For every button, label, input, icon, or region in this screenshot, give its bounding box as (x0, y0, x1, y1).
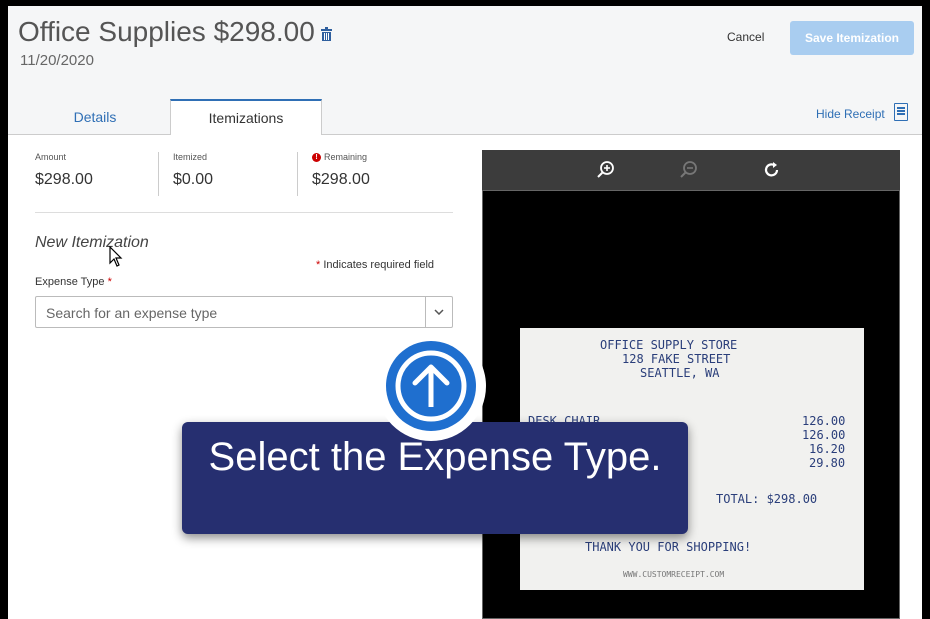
amount-label: Amount (35, 152, 67, 162)
cancel-button[interactable]: Cancel (727, 30, 764, 44)
receipt-city: SEATTLE, WA (640, 366, 720, 380)
receipt-website: WWW.CUSTOMRECEIPT.COM (623, 570, 725, 579)
receipt-store-name: OFFICE SUPPLY STORE (600, 338, 738, 352)
required-field-note: * Indicates required field (316, 259, 435, 271)
tutorial-instruction: Select the Expense Type. (208, 435, 662, 479)
receipt-amount: 126.00 (802, 414, 846, 428)
remaining-summary: ! Remaining $298.00 (312, 152, 370, 189)
amount-summary: Amount $298.00 (35, 152, 93, 189)
tutorial-arrow-badge (376, 331, 486, 441)
receipt-total: TOTAL: $298.00 (716, 492, 818, 506)
tab-details[interactable]: Details (20, 100, 170, 134)
rotate-icon[interactable] (762, 160, 782, 185)
expense-itemization-window: Office Supplies $298.00 11/20/2020 Cance… (8, 6, 922, 619)
receipt-amount: 126.00 (802, 428, 846, 442)
receipt-amount: 16.20 (809, 442, 846, 456)
chevron-down-icon[interactable] (425, 297, 452, 327)
summary-divider (158, 152, 159, 196)
tab-itemizations[interactable]: Itemizations (170, 99, 322, 135)
amount-value: $298.00 (35, 171, 93, 188)
alert-icon: ! (312, 153, 321, 163)
itemized-value: $0.00 (173, 171, 214, 188)
expense-type-label: Expense Type * (35, 276, 112, 288)
zoom-out-icon[interactable] (679, 160, 699, 185)
itemized-summary: Itemized $0.00 (173, 152, 213, 189)
expense-date: 11/20/2020 (20, 52, 94, 69)
remaining-label: Remaining (324, 152, 368, 162)
remaining-value: $298.00 (312, 171, 370, 189)
expense-title: Office Supplies $298.00 (18, 16, 315, 47)
new-itemization-heading: New Itemization (35, 234, 149, 251)
summary-divider (297, 152, 298, 196)
page-title: Office Supplies $298.00 (18, 16, 332, 48)
mouse-pointer-icon (109, 245, 123, 273)
hide-receipt-link[interactable]: Hide Receipt (816, 107, 885, 121)
receipt-address: 128 FAKE STREET (622, 352, 731, 366)
tab-bar: Details Itemizations (8, 90, 922, 135)
itemized-label: Itemized (173, 152, 208, 162)
receipt-document-icon[interactable] (894, 103, 908, 121)
save-itemization-button[interactable]: Save Itemization (790, 21, 914, 55)
arrow-up-icon (395, 350, 467, 422)
expense-type-search-input[interactable] (44, 297, 418, 329)
expense-type-field[interactable] (35, 296, 453, 329)
trash-icon[interactable] (320, 16, 332, 48)
section-divider (35, 212, 453, 213)
receipt-thanks: THANK YOU FOR SHOPPING! (585, 540, 752, 554)
receipt-viewer-toolbar (482, 150, 900, 190)
receipt-amount: 29.80 (809, 456, 846, 470)
zoom-in-icon[interactable] (596, 160, 616, 185)
header: Office Supplies $298.00 11/20/2020 Cance… (8, 6, 922, 90)
